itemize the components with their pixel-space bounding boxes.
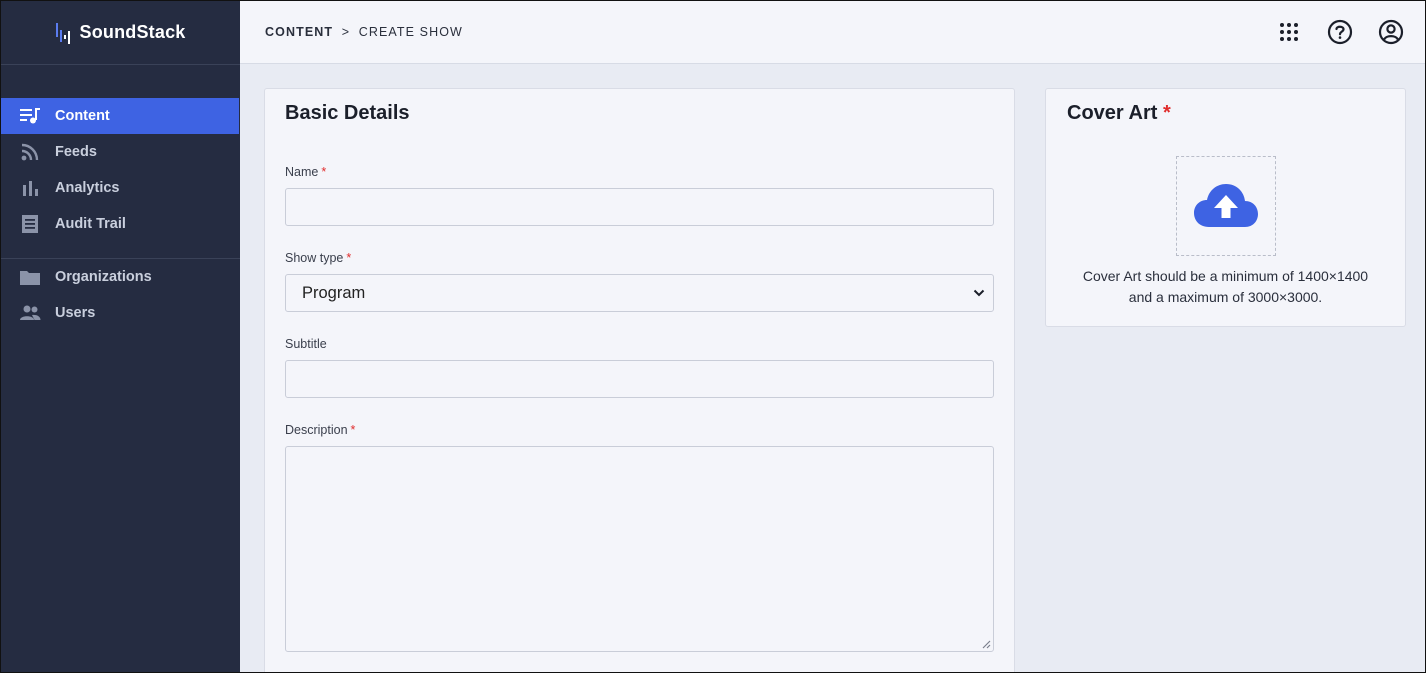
sidebar-nav: Content Feeds Analytics Audit Trail Orga… bbox=[1, 65, 240, 331]
resize-handle-icon[interactable] bbox=[982, 640, 991, 649]
sidebar-item-analytics[interactable]: Analytics bbox=[1, 170, 240, 206]
show-type-label-text: Show type bbox=[285, 251, 344, 265]
basic-details-title: Basic Details bbox=[285, 102, 410, 124]
sidebar: SoundStack Content Feeds Analytics Audit… bbox=[1, 1, 240, 672]
chevron-down-icon bbox=[973, 289, 985, 297]
bar-chart-icon bbox=[19, 177, 41, 199]
breadcrumb-current: CREATE SHOW bbox=[358, 25, 463, 39]
sidebar-item-users[interactable]: Users bbox=[1, 295, 240, 331]
playlist-music-icon bbox=[19, 105, 41, 127]
sidebar-item-label: Feeds bbox=[55, 144, 97, 160]
subtitle-label-text: Subtitle bbox=[285, 337, 327, 351]
sidebar-item-label: Users bbox=[55, 305, 96, 321]
breadcrumb-root[interactable]: CONTENT bbox=[265, 25, 333, 39]
name-label: Name * bbox=[285, 165, 326, 179]
subtitle-label: Subtitle bbox=[285, 337, 327, 351]
soundstack-logo-icon bbox=[56, 22, 71, 44]
description-textarea[interactable] bbox=[285, 446, 994, 652]
topbar: CONTENT > CREATE SHOW bbox=[240, 1, 1425, 64]
sidebar-item-organizations[interactable]: Organizations bbox=[1, 259, 240, 295]
topbar-actions bbox=[1274, 17, 1405, 46]
description-label: Description * bbox=[285, 423, 355, 437]
show-type-label: Show type * bbox=[285, 251, 351, 265]
cover-art-title-text: Cover Art bbox=[1067, 102, 1158, 124]
breadcrumb-separator: > bbox=[341, 25, 351, 39]
cover-art-upload-dropzone[interactable] bbox=[1176, 156, 1276, 256]
cover-art-hint-line: and a maximum of 3000×3000. bbox=[1128, 289, 1323, 305]
cover-art-hint: Cover Art should be a minimum of 1400×14… bbox=[1056, 266, 1395, 308]
description-label-text: Description bbox=[285, 423, 348, 437]
sidebar-item-audit-trail[interactable]: Audit Trail bbox=[1, 206, 240, 242]
sidebar-item-label: Content bbox=[55, 108, 110, 124]
help-circle-icon[interactable] bbox=[1325, 17, 1354, 46]
cover-art-title: Cover Art * bbox=[1067, 102, 1171, 125]
sidebar-item-content[interactable]: Content bbox=[1, 98, 239, 134]
name-label-text: Name bbox=[285, 165, 319, 179]
sidebar-item-label: Audit Trail bbox=[55, 216, 126, 232]
required-asterisk: * bbox=[1162, 102, 1171, 124]
sidebar-item-feeds[interactable]: Feeds bbox=[1, 134, 240, 170]
apps-grid-icon[interactable] bbox=[1274, 17, 1303, 46]
show-type-value: Program bbox=[302, 283, 366, 302]
required-asterisk: * bbox=[346, 251, 352, 265]
cover-art-hint-line: Cover Art should be a minimum of 1400×14… bbox=[1082, 268, 1369, 284]
users-icon bbox=[19, 302, 41, 324]
subtitle-input[interactable] bbox=[285, 360, 994, 398]
app-window: SoundStack Content Feeds Analytics Audit… bbox=[0, 0, 1426, 673]
basic-details-panel: Basic Details Name * Show type * Program S… bbox=[264, 88, 1015, 672]
cover-art-panel: Cover Art * Cover Art should be a minimu… bbox=[1045, 88, 1406, 327]
account-circle-icon[interactable] bbox=[1376, 17, 1405, 46]
cloud-upload-icon bbox=[1194, 184, 1258, 227]
brand[interactable]: SoundStack bbox=[1, 1, 240, 65]
show-type-select[interactable]: Program bbox=[285, 274, 994, 312]
rss-icon bbox=[19, 141, 41, 163]
receipt-list-icon bbox=[19, 213, 41, 235]
required-asterisk: * bbox=[321, 165, 327, 179]
sidebar-item-label: Analytics bbox=[55, 180, 120, 196]
breadcrumb: CONTENT > CREATE SHOW bbox=[265, 25, 463, 39]
brand-name: SoundStack bbox=[79, 22, 186, 42]
required-asterisk: * bbox=[350, 423, 356, 437]
sidebar-item-label: Organizations bbox=[55, 269, 152, 285]
name-input[interactable] bbox=[285, 188, 994, 226]
folder-icon bbox=[19, 266, 41, 288]
